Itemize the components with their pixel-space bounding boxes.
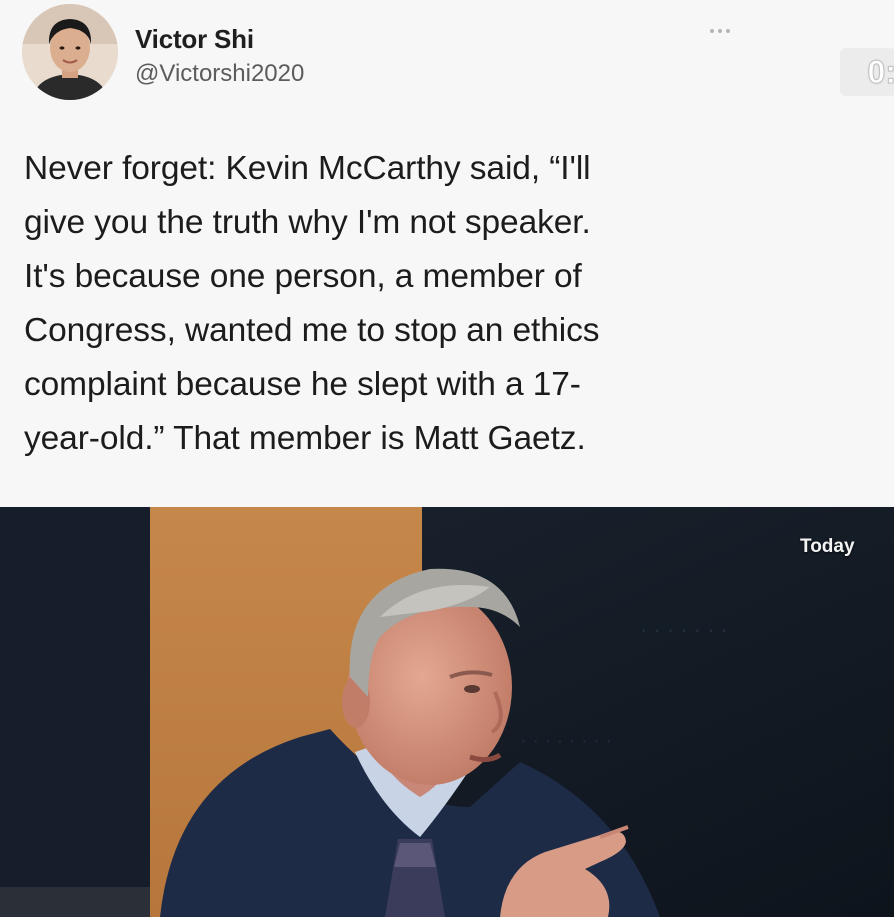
video-overlay-label: Today xyxy=(800,536,855,557)
dot xyxy=(718,29,722,33)
more-horizontal-icon[interactable] xyxy=(710,24,740,38)
avatar-image xyxy=(22,4,118,100)
avatar[interactable] xyxy=(22,4,118,100)
author-name[interactable]: Victor Shi xyxy=(135,24,254,55)
svg-text:· · · · · · ·: · · · · · · · xyxy=(640,617,728,642)
svg-text:· · · · · · · ·: · · · · · · · · xyxy=(520,730,612,752)
dot xyxy=(726,29,730,33)
video-frame[interactable]: · · · · · · · · · · · · · · · xyxy=(0,507,894,917)
dot xyxy=(710,29,714,33)
author-handle[interactable]: @Victorshi2020 xyxy=(135,60,304,88)
video-still: · · · · · · · · · · · · · · · xyxy=(0,507,894,917)
screenshot-page: Victor Shi @Victorshi2020 0: Never forge… xyxy=(0,0,894,917)
corner-badge: 0: xyxy=(840,48,894,96)
tweet-text: Never forget: Kevin McCarthy said, “I'll… xyxy=(24,150,600,457)
tweet-header: Victor Shi @Victorshi2020 0: xyxy=(22,4,894,104)
